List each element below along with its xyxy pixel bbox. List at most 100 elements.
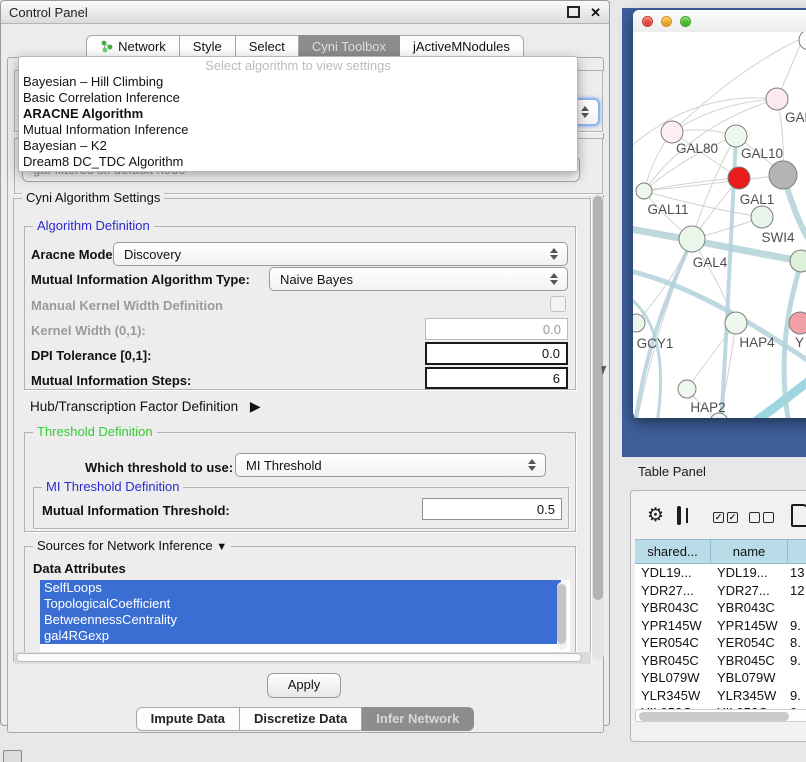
select-all-icon[interactable]: ✓✓ xyxy=(713,512,738,523)
expanded-arrow-icon: ▼ xyxy=(216,541,227,553)
tab-cyni-toolbox[interactable]: Cyni Toolbox xyxy=(299,35,400,58)
column-header[interactable]: shared... xyxy=(635,539,711,564)
network-node-GAL4[interactable] xyxy=(679,226,705,252)
table-cell: YPR145W xyxy=(711,617,788,635)
table-panel-title: Table Panel xyxy=(638,464,706,479)
algorithm-option[interactable]: Bayesian – Hill Climbing xyxy=(19,74,577,90)
sources-title[interactable]: Sources for Network Inference ▼ xyxy=(33,538,231,553)
bottom-tab-discretize-data[interactable]: Discretize Data xyxy=(240,707,362,731)
network-node-GAL10[interactable] xyxy=(725,125,747,147)
manual-kernel-width-label: Manual Kernel Width Definition xyxy=(31,298,223,313)
stepper-arrows-icon xyxy=(528,459,536,471)
network-node-pink-right[interactable] xyxy=(789,312,806,334)
dpi-tolerance-value: 0.0 xyxy=(542,346,560,361)
minimize-traffic-light-icon[interactable] xyxy=(661,16,672,27)
table-row[interactable]: YBR043CYBR043C xyxy=(635,599,806,617)
network-node-partial-top[interactable] xyxy=(799,32,806,50)
mouse-cursor xyxy=(601,366,607,376)
network-node-HAP4[interactable] xyxy=(725,312,747,334)
gear-icon[interactable]: ⚙ xyxy=(647,506,664,525)
mi-steps-label: Mutual Information Steps: xyxy=(31,373,191,388)
manual-kernel-width-checkbox[interactable] xyxy=(550,296,566,312)
aracne-mode-combobox[interactable]: Discovery xyxy=(113,242,568,266)
network-node-SWI4[interactable] xyxy=(790,250,806,272)
table-row[interactable]: YLR345WYLR345W9. xyxy=(635,687,806,705)
apply-button[interactable]: Apply xyxy=(267,673,341,698)
attributes-list-scrollbar[interactable] xyxy=(557,582,567,650)
table-cell xyxy=(788,669,806,687)
mi-steps-field[interactable]: 6 xyxy=(425,367,568,389)
network-node-label: GAL xyxy=(785,110,806,125)
close-icon[interactable]: ✕ xyxy=(590,6,601,19)
mi-threshold-field[interactable]: 0.5 xyxy=(422,498,562,520)
table-row[interactable]: YDL19...YDL19...13 xyxy=(635,564,806,582)
bottom-tab-impute-data[interactable]: Impute Data xyxy=(136,707,240,731)
network-edge xyxy=(687,323,736,389)
aracne-mode-value: Discovery xyxy=(124,247,181,262)
hub-definition-toggle[interactable]: Hub/Transcription Factor Definition ▶ xyxy=(30,398,261,415)
which-threshold-label: Which threshold to use: xyxy=(85,460,233,475)
table-cell: 8. xyxy=(788,634,806,652)
collapsed-arrow-icon: ▶ xyxy=(250,398,261,414)
data-attribute-item[interactable]: BetweennessCentrality xyxy=(40,612,561,628)
network-node-HAP2[interactable] xyxy=(678,380,696,398)
settings-hscrollbar[interactable] xyxy=(14,652,591,664)
network-window-titlebar[interactable] xyxy=(633,10,806,32)
network-node-GAL1[interactable] xyxy=(751,206,773,228)
table-cell: YLR345W xyxy=(635,687,711,705)
tab-label: jActiveMNodules xyxy=(413,36,510,57)
table-cell: YDR27... xyxy=(711,582,788,600)
settings-scrollbar[interactable] xyxy=(592,194,604,660)
table-cell: YDL19... xyxy=(635,564,711,582)
network-canvas[interactable]: GALGAL80GAL10GAL1GAL11SWI4GAL4GCY1HAP4YH… xyxy=(633,32,806,418)
algorithm-option[interactable]: Dream8 DC_TDC Algorithm xyxy=(19,154,577,170)
dpi-tolerance-label: DPI Tolerance [0,1]: xyxy=(31,348,151,363)
table-window: ⚙ ✓✓ shared...nameAYDL19...YDL19...13YDR… xyxy=(630,490,806,742)
tab-style[interactable]: Style xyxy=(180,35,236,58)
mi-algorithm-type-combobox[interactable]: Naive Bayes xyxy=(269,267,568,291)
table-cell: YER054C xyxy=(635,634,711,652)
data-attribute-item[interactable]: gal4RGexp xyxy=(40,628,561,644)
columns-icon[interactable] xyxy=(677,506,681,525)
network-node-label: Y xyxy=(795,335,804,350)
which-threshold-combobox[interactable]: MI Threshold xyxy=(235,453,546,477)
deselect-all-icon[interactable] xyxy=(749,512,774,523)
table-row[interactable]: YBL079WYBL079W xyxy=(635,669,806,687)
algorithm-option[interactable]: Basic Correlation Inference xyxy=(19,90,577,106)
kernel-width-field[interactable]: 0.0 xyxy=(425,318,568,340)
algorithm-popup-list: Bayesian – Hill ClimbingBasic Correlatio… xyxy=(19,74,577,170)
algorithm-popup-prompt: Select algorithm to view settings xyxy=(19,57,577,74)
network-node-GAL11[interactable] xyxy=(636,183,652,199)
column-header[interactable]: A xyxy=(788,539,806,564)
algorithm-option[interactable]: Bayesian – K2 xyxy=(19,138,577,154)
file-icon[interactable] xyxy=(791,504,806,527)
float-window-icon[interactable] xyxy=(567,6,580,18)
corner-widget[interactable] xyxy=(3,750,22,762)
table-hscrollbar[interactable] xyxy=(635,709,806,722)
tab-network[interactable]: Network xyxy=(86,35,180,58)
network-node-GAL80[interactable] xyxy=(661,121,683,143)
control-panel-titlebar[interactable]: Control Panel ✕ xyxy=(1,1,609,24)
dpi-tolerance-field[interactable]: 0.0 xyxy=(425,342,568,365)
zoom-traffic-light-icon[interactable] xyxy=(680,16,691,27)
network-node-gray-node[interactable] xyxy=(769,161,797,189)
tab-jactivemnodules[interactable]: jActiveMNodules xyxy=(400,35,524,58)
network-window: GALGAL80GAL10GAL1GAL11SWI4GAL4GCY1HAP4YH… xyxy=(633,10,806,418)
data-attribute-item[interactable]: SelfLoops xyxy=(40,580,561,596)
table-row[interactable]: YPR145WYPR145W9. xyxy=(635,617,806,635)
algorithm-option[interactable]: ARACNE Algorithm xyxy=(19,106,577,122)
network-node-gal-pink[interactable] xyxy=(766,88,788,110)
bottom-tab-infer-network[interactable]: Infer Network xyxy=(362,707,474,731)
algorithm-option[interactable]: Mutual Information Inference xyxy=(19,122,577,138)
table-cell: YBR043C xyxy=(635,599,711,617)
close-traffic-light-icon[interactable] xyxy=(642,16,653,27)
column-header[interactable]: name xyxy=(711,539,788,564)
mi-algorithm-type-value: Naive Bayes xyxy=(280,272,353,287)
table-row[interactable]: YDR27...YDR27...12 xyxy=(635,582,806,600)
table-row[interactable]: YBR045CYBR045C9. xyxy=(635,652,806,670)
network-node-red-node[interactable] xyxy=(728,167,750,189)
table-row[interactable]: YER054CYER054C8. xyxy=(635,634,806,652)
data-attribute-item[interactable]: TopologicalCoefficient xyxy=(40,596,561,612)
network-node-GCY1[interactable] xyxy=(633,314,645,332)
tab-select[interactable]: Select xyxy=(236,35,299,58)
